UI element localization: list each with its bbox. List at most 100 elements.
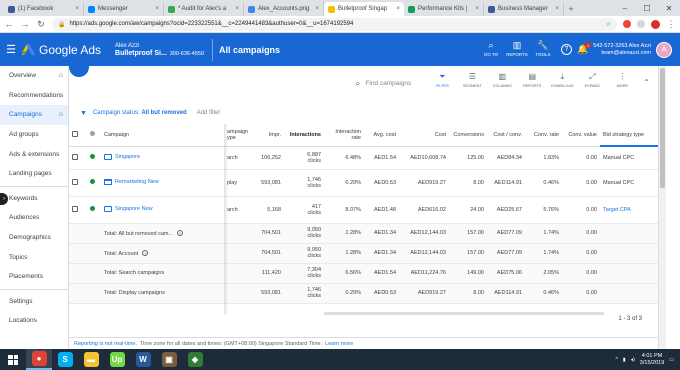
search-placeholder[interactable]: Find campaigns xyxy=(365,80,411,87)
help-icon[interactable]: ? xyxy=(560,44,572,55)
sidebar-item-topics[interactable]: Topics xyxy=(0,247,68,267)
toolbar-expand-button[interactable]: ⤢ EXPAND xyxy=(579,73,605,89)
browser-tab[interactable]: Alex_Accounts.png × xyxy=(244,2,324,16)
scroll-thumb[interactable] xyxy=(660,68,665,188)
bid-strategy-link[interactable]: Target CPA xyxy=(603,207,631,213)
column-header-impr[interactable]: Impr. xyxy=(246,124,284,147)
sidebar-item-demographics[interactable]: Demographics xyxy=(0,228,68,248)
sidebar-item-audiences[interactable]: Audiences xyxy=(0,208,68,228)
taskbar-app[interactable]: ● xyxy=(26,349,52,370)
table-row[interactable]: Remarketing New play 593,081 1,746 clicks 0.2… xyxy=(69,169,658,197)
column-header-conv-value[interactable]: Conv. value xyxy=(562,124,600,147)
taskbar-app[interactable]: Up xyxy=(104,349,130,370)
help-icon[interactable]: ? xyxy=(142,249,149,256)
close-window-icon[interactable]: ✕ xyxy=(658,0,680,16)
close-tab-icon[interactable]: × xyxy=(315,6,319,12)
sidebar-item-keywords[interactable]: Keywords xyxy=(0,189,68,209)
column-header-bid-strategy-type[interactable]: Bid strategy type xyxy=(600,124,658,147)
sidebar-item-landing-pages[interactable]: Landing pages xyxy=(0,164,68,184)
taskbar-app[interactable]: ▬ xyxy=(78,349,104,370)
clock[interactable]: 4:01 PM 3/15/2019 xyxy=(640,353,664,367)
toolbar-download-button[interactable]: ⤓ DOWNLOAD xyxy=(549,73,575,89)
toolbar-more-button[interactable]: ⋮ MORE xyxy=(609,73,635,89)
row-checkbox[interactable] xyxy=(72,205,78,212)
status-enabled-dot-icon[interactable] xyxy=(90,154,95,159)
column-header-campaign[interactable]: Campaign xyxy=(101,124,224,147)
toolbar-reports-button[interactable]: ▤ REPORTS xyxy=(519,73,545,89)
taskbar-app[interactable]: S xyxy=(52,349,78,370)
browser-menu-icon[interactable]: ⋮ xyxy=(666,19,676,30)
account-selector[interactable]: Alex Azzi Bulletproof Si... 300-636-4550 xyxy=(115,42,204,58)
column-header-avg-cost[interactable]: Avg. cost xyxy=(364,124,399,147)
status-enabled-dot-icon[interactable] xyxy=(90,206,95,211)
column-header-cost[interactable]: Cost xyxy=(399,124,449,147)
table-row[interactable]: Singapore arch 106,252 6,887 clicks 6.48% AED1… xyxy=(69,146,658,170)
profile-icon[interactable] xyxy=(651,19,660,29)
campaign-link[interactable]: Remarketing New xyxy=(104,178,159,185)
collapse-chart-chevron-icon[interactable]: ⌃ xyxy=(643,78,650,87)
horizontal-scrollbar[interactable] xyxy=(324,312,604,315)
table-row[interactable]: Singapore New arch 5,168 417 clicks 8.07% AED1… xyxy=(69,196,658,224)
reload-icon[interactable]: ↻ xyxy=(36,19,46,30)
campaign-link[interactable]: Singapore New xyxy=(104,205,153,212)
sidebar-item-placements[interactable]: Placements xyxy=(0,267,68,287)
browser-tab[interactable]: Messenger × xyxy=(84,2,164,16)
notifications-bell-icon[interactable]: 🔔 1 xyxy=(577,42,592,55)
learn-more-link[interactable]: Learn more xyxy=(325,341,353,347)
campaign-search[interactable]: ⌕ Find campaigns xyxy=(355,78,411,89)
sidebar-item-recommendations[interactable]: Recommendations xyxy=(0,86,68,106)
header-tool-go-to[interactable]: ⌕ GO TO xyxy=(479,40,503,58)
browser-tab[interactable]: Bulletproof Singap × xyxy=(324,2,404,16)
column-header-cost-conv[interactable]: Cost / conv. xyxy=(487,124,525,147)
home-icon[interactable]: ⌂ xyxy=(59,72,63,79)
row-checkbox[interactable] xyxy=(72,153,78,160)
url-input[interactable]: 🔒 https://ads.google.com/aw/campaigns?oc… xyxy=(52,17,617,31)
toolbar-columns-button[interactable]: ▥ COLUMNS xyxy=(489,73,515,89)
maximize-icon[interactable]: ☐ xyxy=(636,0,658,16)
sidebar-item-ad-groups[interactable]: Ad groups xyxy=(0,125,68,145)
star-icon[interactable]: ☆ xyxy=(606,21,611,28)
sidebar-item-settings[interactable]: Settings xyxy=(0,292,68,312)
close-tab-icon[interactable]: × xyxy=(235,6,239,12)
sidebar-item-ads-extensions[interactable]: Ads & extensions xyxy=(0,144,68,164)
start-button[interactable] xyxy=(0,349,26,370)
google-ads-logo[interactable]: Google Ads xyxy=(22,43,101,57)
vertical-scrollbar[interactable] xyxy=(658,66,666,349)
header-tool-reports[interactable]: ▥ REPORTS xyxy=(505,40,529,58)
browser-tab[interactable]: (1) Facebook × xyxy=(4,2,84,16)
row-checkbox[interactable] xyxy=(72,178,78,185)
tray-arrow-icon[interactable]: ^ xyxy=(615,357,617,363)
back-icon[interactable]: ← xyxy=(4,19,14,29)
hamburger-menu-icon[interactable]: ☰ xyxy=(0,43,22,56)
network-icon[interactable]: ▮ xyxy=(623,357,626,363)
close-tab-icon[interactable]: × xyxy=(75,6,79,12)
campaign-status-filter-chip[interactable]: Campaign status: All but removed xyxy=(93,110,187,116)
sidebar-item-overview[interactable]: Overview ⌂ xyxy=(0,66,68,86)
minimize-icon[interactable]: – xyxy=(614,0,636,16)
home-icon[interactable]: ⌂ xyxy=(59,111,63,118)
toolbar-segment-button[interactable]: ☰ SEGMENT xyxy=(459,73,485,89)
taskbar-app[interactable]: W xyxy=(130,349,156,370)
avatar[interactable]: A xyxy=(656,41,672,58)
volume-icon[interactable]: ◂) xyxy=(631,357,635,363)
column-header-interactions[interactable]: Interactions xyxy=(284,124,324,147)
status-enabled-dot-icon[interactable] xyxy=(90,179,95,184)
forward-icon[interactable]: → xyxy=(20,19,30,29)
browser-tab[interactable]: Business Manager × xyxy=(484,2,564,16)
taskbar-app[interactable]: ◆ xyxy=(182,349,208,370)
campaign-link[interactable]: Singapore xyxy=(104,153,140,160)
extension-icon[interactable] xyxy=(637,20,645,28)
column-header-interaction-rate[interactable]: Interaction rate xyxy=(324,124,364,147)
column-header-conv-rate[interactable]: Conv. rate xyxy=(525,124,562,147)
notification-center-icon[interactable]: ▭ xyxy=(669,357,674,363)
new-tab-button[interactable]: + xyxy=(564,2,578,16)
sidebar-item-locations[interactable]: Locations xyxy=(0,311,68,331)
sidebar-item-campaigns[interactable]: Campaigns ⌂ xyxy=(0,105,68,125)
close-tab-icon[interactable]: × xyxy=(155,6,159,12)
column-header-conversions[interactable]: Conversions xyxy=(449,124,487,147)
extension-icon[interactable] xyxy=(623,20,631,28)
add-filter-button[interactable]: Add filter xyxy=(197,110,221,116)
taskbar-app[interactable]: ▣ xyxy=(156,349,182,370)
close-tab-icon[interactable]: × xyxy=(396,6,400,12)
close-tab-icon[interactable]: × xyxy=(475,6,479,12)
